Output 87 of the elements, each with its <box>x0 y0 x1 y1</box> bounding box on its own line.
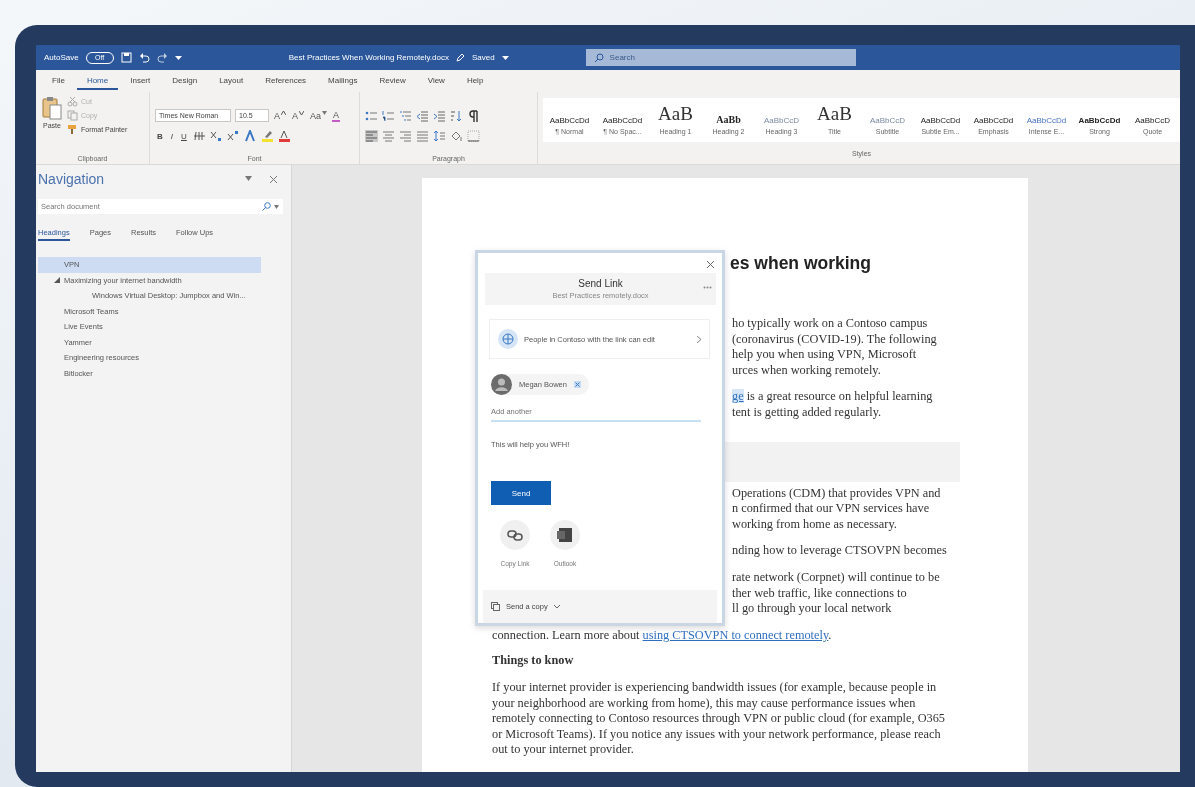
ribbon-tab[interactable]: File <box>42 72 75 90</box>
ribbon-tab[interactable]: References <box>255 72 317 90</box>
caret-icon[interactable] <box>245 175 252 181</box>
caret-icon[interactable] <box>274 204 279 209</box>
ribbon-tab[interactable]: Layout <box>209 72 254 90</box>
ribbon-tab[interactable]: Mailings <box>318 72 368 90</box>
format-button[interactable]: B <box>155 131 165 141</box>
undo-icon[interactable] <box>138 52 150 63</box>
document-title: Best Practices When Working Remotely.docx <box>288 53 449 62</box>
decrease-indent-icon[interactable] <box>416 109 429 122</box>
paragraph-text: If your internet provider is experiencing bandwidth issues (for example, because people in your neighborhood are working from home), this may cause performance issues when remotely connecting to Contoso resources through VPN or public cloud (for example, O365 or Microsoft Teams). If you notice any issues with your network performance, please reach out to your internet provider. <box>492 679 946 758</box>
font-tool-button[interactable]: Aa <box>309 110 329 121</box>
ribbon-tab[interactable]: Review <box>369 72 416 90</box>
font-tool-button[interactable]: A <box>291 110 306 121</box>
text-line: ll go through your local network <box>732 601 893 617</box>
text-line: (coronavirus (COVID-19). The following <box>732 331 938 348</box>
remove-icon[interactable] <box>573 381 581 388</box>
send-button[interactable]: Send <box>491 481 551 505</box>
search-icon <box>262 202 271 211</box>
text-line: n confirmed that our VPN services have <box>732 501 931 517</box>
font-tool-button[interactable]: A <box>273 110 287 121</box>
sort-icon[interactable] <box>450 109 463 122</box>
superscript-icon[interactable] <box>226 130 240 142</box>
scissors-icon <box>67 96 78 107</box>
pane-title: Navigation <box>38 171 105 187</box>
font-tool-button[interactable]: A <box>332 109 341 122</box>
ribbon-tab[interactable]: View <box>417 72 455 90</box>
clipboard-icon <box>41 96 63 122</box>
mail-app-icon <box>549 519 581 551</box>
pilcrow-icon[interactable] <box>467 109 480 122</box>
caret-down-icon <box>322 110 328 115</box>
subheading-text: Things to know <box>492 653 575 669</box>
caret-icon[interactable] <box>54 277 60 284</box>
increase-indent-icon[interactable] <box>433 109 446 122</box>
link[interactable]: ge <box>732 389 744 404</box>
ribbon-tab[interactable]: Design <box>162 72 208 90</box>
highlighter-icon[interactable] <box>260 130 274 142</box>
ribbon-tab[interactable]: Insert <box>120 72 161 90</box>
text-line: working from home as necessary. <box>732 516 898 533</box>
link-icon <box>499 519 531 551</box>
text-line: ho typically work on a Contoso campus <box>732 316 929 332</box>
save-status: Saved <box>471 53 495 62</box>
text-line: nding how to leverage CTSOVPN becomes <box>732 543 948 559</box>
caret-icon <box>553 604 560 609</box>
caret-up-icon <box>281 110 286 115</box>
format-button[interactable]: U <box>179 131 189 141</box>
line-spacing-icon[interactable] <box>433 129 446 142</box>
bullets-icon[interactable] <box>365 109 378 122</box>
shading-icon[interactable] <box>450 129 463 142</box>
globe-icon <box>498 329 518 349</box>
numbering-icon[interactable] <box>382 109 395 122</box>
caret-icon[interactable] <box>174 54 182 61</box>
pencil-icon <box>455 53 465 62</box>
text-line: ther web traffic, like connections to <box>732 585 908 602</box>
subscript-icon[interactable] <box>209 130 223 142</box>
strikethrough-icon[interactable] <box>192 130 206 142</box>
paragraph-text: connection. Learn more about using CTSOVPN to connect remotely. <box>492 627 833 644</box>
search-icon <box>593 53 604 63</box>
text-line: rate network (Corpnet) will continue to be <box>732 569 941 586</box>
copy-icon <box>67 110 78 121</box>
ribbon-tab[interactable]: Home <box>76 72 119 90</box>
copy-icon <box>491 602 500 611</box>
text-line: help you when using VPN, Microsoft <box>732 347 918 363</box>
text-line: urces when working remotely. <box>732 362 882 379</box>
dialog-title: Send Link <box>578 278 623 289</box>
text-line: ge is a great resource on helpful learning <box>732 389 934 405</box>
borders-icon[interactable] <box>467 129 480 142</box>
close-icon[interactable] <box>270 175 277 183</box>
autosave-label: AutoSave <box>44 53 79 62</box>
text-line: Operations (CDM) that provides VPN and <box>732 485 942 502</box>
brush-icon <box>67 124 78 135</box>
heading-text: es when working <box>730 253 871 274</box>
search-field[interactable]: Search <box>585 49 856 66</box>
more-icon[interactable] <box>703 286 712 289</box>
avatar-icon <box>491 374 512 395</box>
caret-down-icon <box>299 110 305 115</box>
format-button[interactable]: I <box>168 131 175 141</box>
ribbon-tab[interactable]: Help <box>456 72 494 90</box>
chevron-right-icon <box>697 335 701 343</box>
multilevel-list-icon[interactable] <box>399 109 412 122</box>
text-line: tent is getting added regularly. <box>732 404 883 421</box>
font-color-icon[interactable] <box>277 130 291 142</box>
save-icon[interactable] <box>120 52 132 63</box>
redo-icon[interactable] <box>156 52 168 63</box>
caret-icon[interactable] <box>501 54 509 61</box>
close-icon[interactable] <box>707 261 714 268</box>
align-left-icon[interactable] <box>365 129 378 142</box>
